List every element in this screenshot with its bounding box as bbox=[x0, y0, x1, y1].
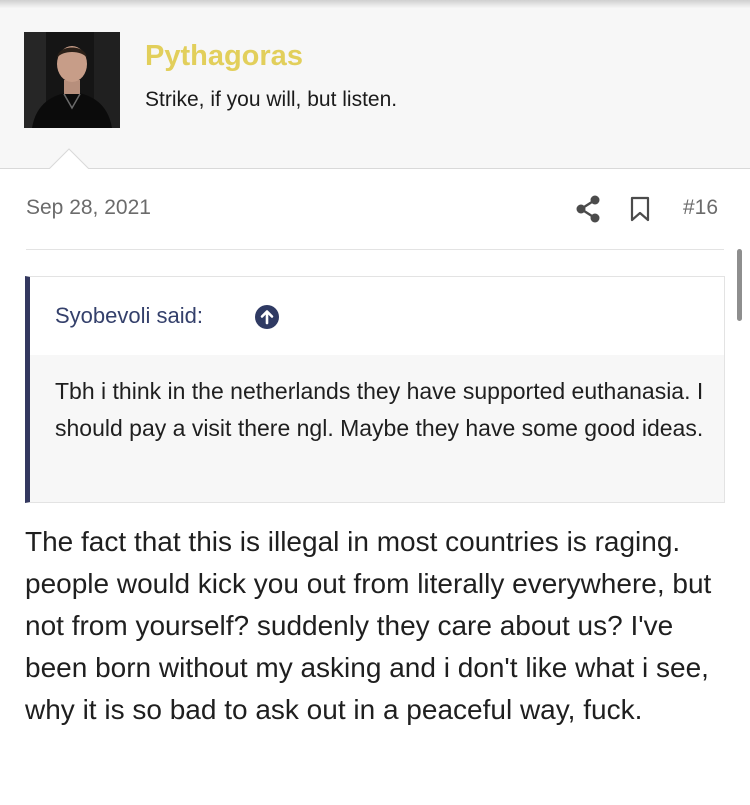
username[interactable]: Pythagoras bbox=[145, 40, 303, 73]
scrollbar[interactable] bbox=[737, 249, 742, 321]
quote-header: Syobevoli said: bbox=[30, 277, 724, 355]
share-icon[interactable] bbox=[575, 195, 601, 223]
quote-author-link[interactable]: Syobevoli said: bbox=[55, 303, 203, 329]
quote-block: Syobevoli said: Tbh i think in the nethe… bbox=[25, 276, 725, 503]
post-body: The fact that this is illegal in most co… bbox=[25, 526, 712, 725]
post-date[interactable]: Sep 28, 2021 bbox=[26, 196, 151, 220]
user-header-pointer bbox=[49, 148, 89, 169]
user-title: Strike, if you will, but listen. bbox=[145, 88, 398, 111]
post-number-link[interactable]: #16 bbox=[683, 196, 718, 220]
avatar[interactable] bbox=[24, 32, 120, 128]
user-header: Pythagoras Strike, if you will, but list… bbox=[0, 8, 750, 169]
bookmark-icon[interactable] bbox=[629, 196, 651, 222]
arrow-up-circle-icon[interactable] bbox=[254, 304, 280, 330]
avatar-photo bbox=[24, 32, 120, 128]
quote-text: Tbh i think in the netherlands they have… bbox=[55, 378, 704, 441]
divider bbox=[26, 249, 724, 250]
